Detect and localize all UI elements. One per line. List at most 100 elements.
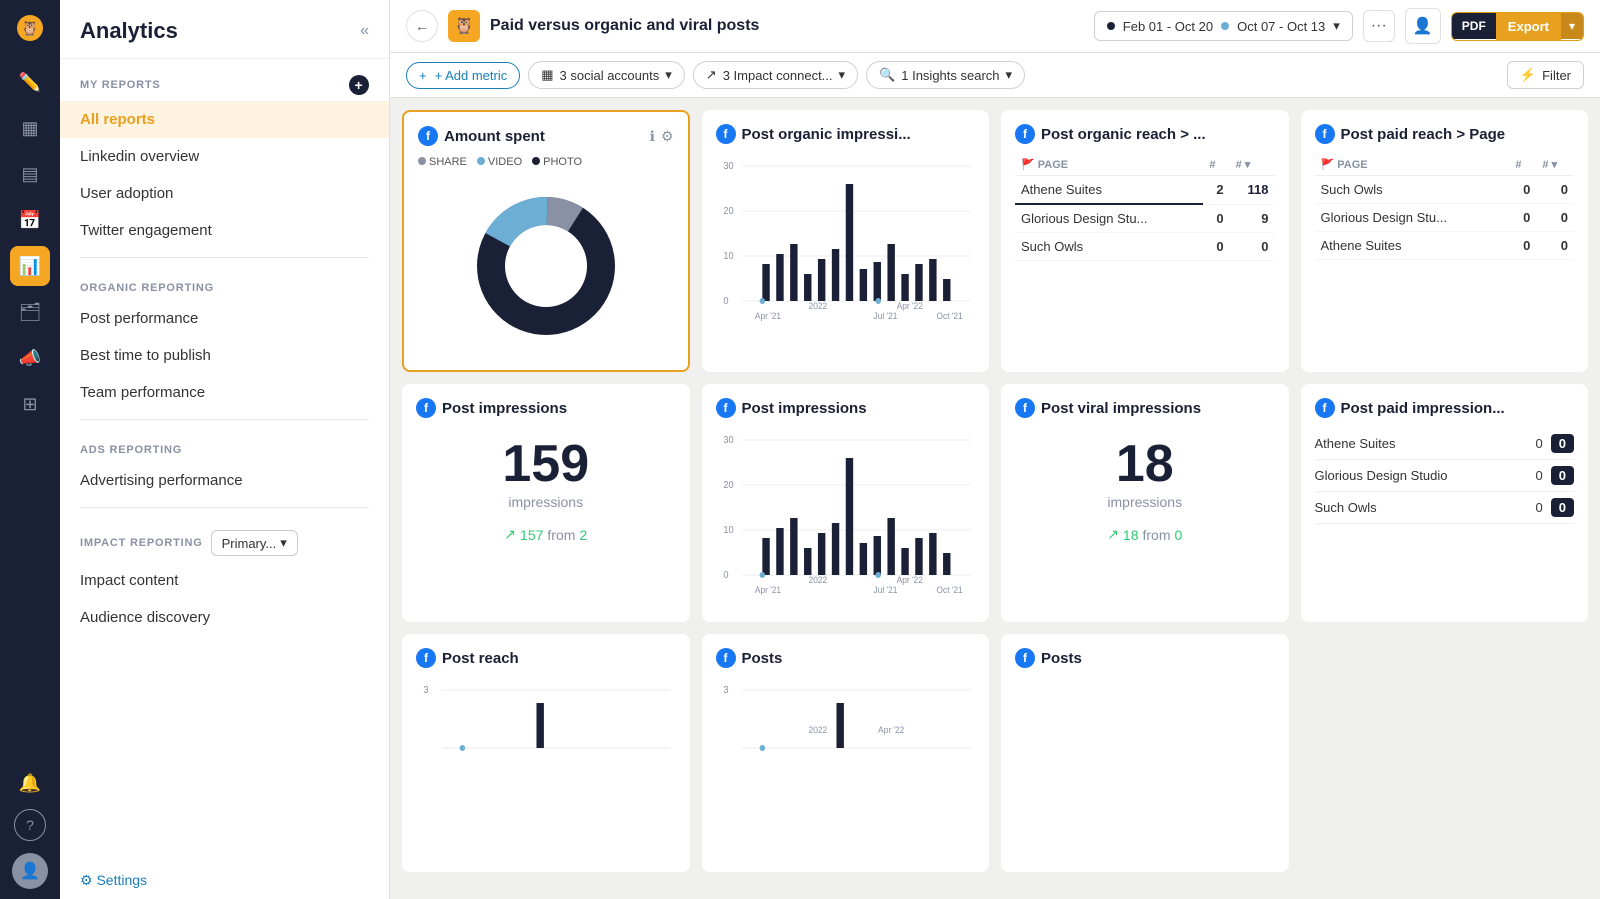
table-row: Glorious Design Stu... 0 9 (1015, 204, 1275, 233)
amount-spent-card: f Amount spent ℹ ⚙ SHARE VIDEO PHOTO (402, 110, 690, 372)
page-name: Such Owls (1015, 233, 1203, 261)
table-row: Athene Suites 0 0 (1315, 232, 1575, 260)
table-row: Athene Suites 0 0 (1315, 428, 1575, 460)
post-impressions-metric-card: f Post impressions 159 impressions ↗ 157… (402, 384, 690, 622)
grid-icon[interactable]: ⊞ (10, 384, 50, 424)
bar-chart-icon[interactable]: ▤ (10, 154, 50, 194)
hash1-col-header[interactable]: # (1509, 154, 1536, 176)
sidebar-item-all-reports[interactable]: All reports (60, 101, 389, 138)
svg-text:🦉: 🦉 (21, 20, 38, 37)
table-row: Such Owls 0 0 (1315, 176, 1575, 204)
hash1-col-header[interactable]: # (1203, 154, 1229, 176)
table-row: Such Owls 0 0 (1315, 492, 1575, 524)
more-options-button[interactable]: ··· (1363, 10, 1395, 42)
date-range-2: Oct 07 - Oct 13 (1237, 19, 1325, 34)
analytics-icon[interactable]: 📊 (10, 246, 50, 286)
sidebar-item-post-performance[interactable]: Post performance (60, 300, 389, 337)
hash2-col-header[interactable]: # ▾ (1230, 154, 1275, 176)
add-metric-button[interactable]: + + Add metric (406, 62, 520, 89)
help-icon[interactable]: ? (14, 809, 46, 841)
settings-link[interactable]: ⚙ Settings (60, 862, 389, 899)
share-button[interactable]: 👤 (1405, 8, 1441, 44)
compose-icon[interactable]: ✏️ (10, 62, 50, 102)
chevron-down-icon: ▾ (839, 67, 846, 83)
bell-icon[interactable]: 🔔 (10, 763, 50, 803)
card-title: Post viral impressions (1041, 400, 1275, 417)
info-icon[interactable]: ℹ (650, 128, 655, 145)
sidebar-item-user-adoption[interactable]: User adoption (60, 175, 389, 212)
metric-value: 159 (416, 438, 676, 490)
social-accounts-filter[interactable]: ▦ 3 social accounts ▾ (528, 61, 685, 89)
calendar-icon[interactable]: 📅 (10, 200, 50, 240)
sidebar-item-team-performance[interactable]: Team performance (60, 374, 389, 411)
card-title: Amount spent (444, 128, 644, 145)
page-name: Such Owls (1315, 176, 1510, 204)
facebook-icon: f (416, 648, 436, 668)
sidebar-item-advertising[interactable]: Advertising performance (60, 462, 389, 499)
value1: 0 (1509, 204, 1536, 232)
dashboard-icon[interactable]: ▦ (10, 108, 50, 148)
chart-legend: SHARE VIDEO PHOTO (418, 156, 674, 168)
sidebar-item-best-time[interactable]: Best time to publish (60, 337, 389, 374)
svg-text:Apr '22: Apr '22 (896, 575, 922, 585)
change-value: 157 (520, 527, 543, 543)
export-caret-icon: ▾ (1561, 13, 1583, 39)
post-paid-impressions-card: f Post paid impression... Athene Suites … (1301, 384, 1589, 622)
sidebar-item-impact-content[interactable]: Impact content (60, 562, 389, 599)
sidebar-collapse-button[interactable]: « (360, 22, 369, 40)
settings-icon[interactable]: ⚙ (661, 128, 674, 145)
filter-button[interactable]: ⚡ Filter (1507, 61, 1584, 89)
filter-icon: ⚡ (1520, 67, 1536, 83)
filterbar: + + Add metric ▦ 3 social accounts ▾ ↗ 3… (390, 53, 1600, 98)
chevron-down-icon: ▾ (1006, 67, 1013, 83)
svg-text:30: 30 (723, 161, 733, 172)
search-icon: 🔍 (879, 67, 895, 83)
post-reach-card: f Post reach 3 (402, 634, 690, 872)
table-row: Glorious Design Stu... 0 0 (1315, 204, 1575, 232)
facebook-icon: f (416, 398, 436, 418)
facebook-icon: f (1015, 648, 1035, 668)
from-label: from (1143, 527, 1171, 543)
hash2-col-header[interactable]: # ▾ (1536, 154, 1574, 176)
sidebar-item-audience-discovery[interactable]: Audience discovery (60, 599, 389, 636)
value1: 0 (1536, 436, 1543, 451)
facebook-icon: f (716, 124, 736, 144)
chevron-down-icon: ▾ (665, 67, 672, 83)
insights-search-filter[interactable]: 🔍 1 Insights search ▾ (866, 61, 1025, 89)
metric-label: impressions (416, 494, 676, 510)
impact-dropdown[interactable]: Primary... ▾ (211, 530, 298, 556)
add-report-button[interactable]: + (349, 75, 369, 95)
sidebar-item-linkedin[interactable]: Linkedin overview (60, 138, 389, 175)
value2: 118 (1230, 176, 1275, 205)
app-logo[interactable]: 🦉 (12, 10, 48, 46)
value2: 0 (1536, 176, 1574, 204)
export-button[interactable]: PDF Export ▾ (1451, 12, 1584, 41)
page-col-header: 🚩 PAGE (1015, 154, 1203, 176)
value1: 0 (1536, 500, 1543, 515)
sidebar-item-twitter[interactable]: Twitter engagement (60, 212, 389, 249)
megaphone-icon[interactable]: 📣 (10, 338, 50, 378)
table-row: Such Owls 0 0 (1015, 233, 1275, 261)
facebook-icon: f (1015, 124, 1035, 144)
main-content: ← 🦉 Paid versus organic and viral posts … (390, 0, 1600, 899)
post-paid-reach-card: f Post paid reach > Page 🚩 PAGE # # ▾ Su… (1301, 110, 1589, 372)
card-header: f Posts (1015, 648, 1275, 668)
reach-table: 🚩 PAGE # # ▾ Athene Suites 2 118 Gloriou… (1015, 154, 1275, 261)
connect-icon: ↗ (706, 67, 717, 83)
card-header: f Post impressions (716, 398, 976, 418)
svg-text:2022: 2022 (808, 301, 827, 311)
svg-text:20: 20 (723, 480, 733, 491)
date-range-selector[interactable]: Feb 01 - Oct 20 Oct 07 - Oct 13 ▾ (1094, 11, 1353, 41)
svg-text:Jul '21: Jul '21 (873, 585, 897, 595)
line-chart: 30 20 10 0 (716, 154, 976, 334)
bar-chart: 3 (416, 678, 676, 858)
card-header: f Post reach (416, 648, 676, 668)
avatar[interactable]: 👤 (12, 853, 48, 889)
briefcase-icon[interactable]: 🗂 (10, 292, 50, 332)
impact-connect-filter[interactable]: ↗ 3 Impact connect... ▾ (693, 61, 858, 89)
post-organic-reach-card: f Post organic reach > ... 🚩 PAGE # # ▾ … (1001, 110, 1289, 372)
card-title: Post paid impression... (1341, 400, 1575, 417)
my-reports-section: MY REPORTS + (60, 59, 389, 101)
bar-chart: 30 20 10 0 (716, 428, 976, 608)
back-button[interactable]: ← (406, 10, 438, 42)
